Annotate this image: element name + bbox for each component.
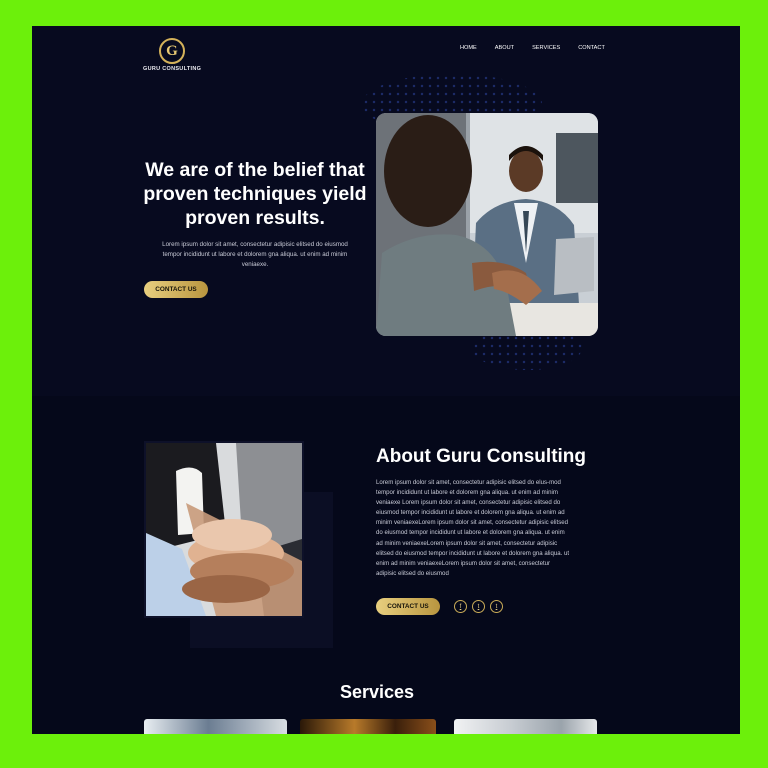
twitter-icon[interactable]: t (472, 600, 485, 613)
about-team-photo (146, 443, 302, 616)
nav-home[interactable]: HOME (460, 45, 477, 51)
hero-title: We are of the belief that proven techniq… (143, 159, 367, 229)
nav-contact[interactable]: CONTACT (578, 45, 605, 51)
nav-services[interactable]: SERVICES (532, 45, 560, 51)
tumblr-icon[interactable]: t (490, 600, 503, 613)
logo-mark-icon: G (159, 38, 185, 64)
service-card-2[interactable] (300, 719, 436, 734)
service-card-1[interactable] (144, 719, 287, 734)
hero-meeting-photo (376, 113, 598, 336)
main-nav: HOME ABOUT SERVICES CONTACT (460, 45, 623, 51)
about-contact-button[interactable]: CONTACT US (376, 598, 440, 615)
hero-contact-button[interactable]: CONTACT US (144, 281, 208, 298)
facebook-icon[interactable]: f (454, 600, 467, 613)
hero-body: Lorem ipsum dolor sit amet, consectetur … (162, 241, 348, 268)
services-title: Services (339, 682, 415, 702)
logo-text: GURU CONSULTING (143, 66, 202, 72)
nav-about[interactable]: ABOUT (495, 45, 514, 51)
landing-page: G GURU CONSULTING HOME ABOUT SERVICES CO… (32, 26, 740, 734)
about-title: About Guru Consulting (376, 446, 587, 467)
about-body: Lorem ipsum dolor sit amet, consectetur … (376, 479, 570, 577)
site-logo[interactable]: G GURU CONSULTING (143, 38, 201, 72)
service-card-3[interactable] (454, 719, 597, 734)
